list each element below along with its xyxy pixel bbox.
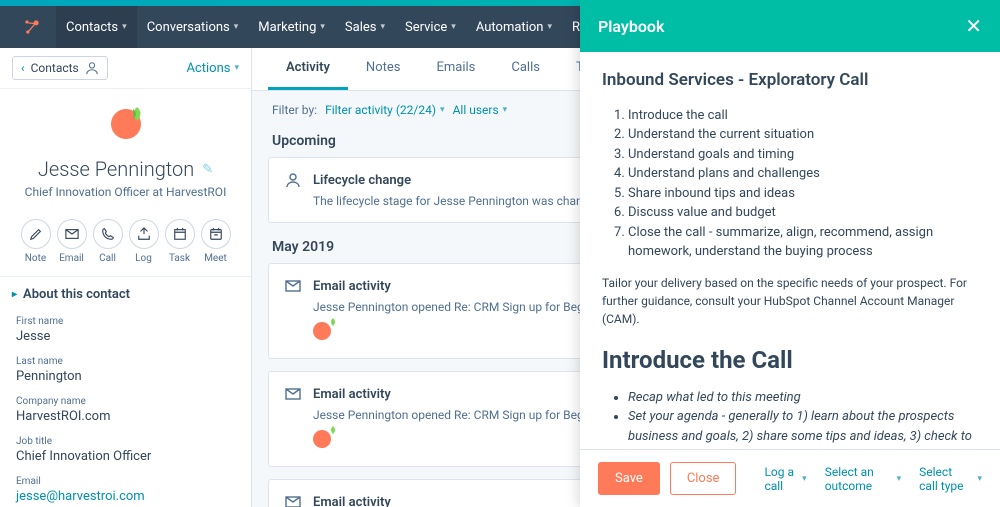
- save-button[interactable]: Save: [598, 462, 660, 495]
- field-first-name: Jesse: [16, 329, 235, 344]
- playbook-heading: Inbound Services - Exploratory Call: [602, 68, 978, 94]
- panel-title: Playbook: [598, 17, 664, 36]
- mail-icon: [285, 386, 301, 402]
- edit-icon[interactable]: ✎: [202, 162, 213, 177]
- user-icon: [285, 172, 301, 188]
- contact-title: Chief Innovation Officer at HarvestROI: [16, 185, 235, 199]
- nav-service[interactable]: Service▾: [395, 6, 466, 48]
- select-outcome-dropdown[interactable]: Select an outcome▾: [825, 465, 901, 493]
- log-call-dropdown[interactable]: Log a call▾: [764, 465, 806, 493]
- call-button[interactable]: Call: [93, 219, 123, 264]
- field-last-name: Pennington: [16, 369, 235, 384]
- close-icon[interactable]: ✕: [965, 14, 982, 38]
- contact-sidebar: ‹ Contacts Actions▾ Jesse Pennington ✎ C…: [0, 48, 252, 507]
- mail-icon: [285, 278, 301, 294]
- log-icon: [129, 219, 159, 249]
- actions-dropdown[interactable]: Actions▾: [186, 61, 239, 76]
- about-section-header[interactable]: ▸About this contact ⊟: [0, 277, 251, 312]
- hubspot-logo-icon[interactable]: [20, 15, 44, 39]
- task-icon: [165, 219, 195, 249]
- nav-automation[interactable]: Automation▾: [466, 6, 562, 48]
- nav-marketing[interactable]: Marketing▾: [248, 6, 335, 48]
- task-button[interactable]: Task: [165, 219, 195, 264]
- mini-avatar: [313, 322, 335, 344]
- note-icon: [21, 219, 51, 249]
- user-icon: [85, 61, 99, 75]
- meet-icon: [201, 219, 231, 249]
- field-job-title: Chief Innovation Officer: [16, 449, 235, 464]
- nav-sales[interactable]: Sales▾: [335, 6, 395, 48]
- call-icon: [93, 219, 123, 249]
- tab-notes[interactable]: Notes: [348, 48, 419, 90]
- tab-activity[interactable]: Activity: [268, 48, 348, 90]
- section-title: Introduce the Call: [602, 342, 978, 378]
- mini-avatar: [313, 430, 335, 452]
- log-button[interactable]: Log: [129, 219, 159, 264]
- mail-icon: [285, 494, 301, 507]
- playbook-panel: Playbook ✕ Inbound Services - Explorator…: [580, 0, 1000, 507]
- contact-avatar: [106, 109, 146, 149]
- note-button[interactable]: Note: [21, 219, 51, 264]
- nav-conversations[interactable]: Conversations▾: [137, 6, 249, 48]
- tab-emails[interactable]: Emails: [418, 48, 493, 90]
- field-email[interactable]: jesse@harvestroi.com: [16, 489, 235, 504]
- email-icon: [57, 219, 87, 249]
- filter-activity-dropdown[interactable]: Filter activity (22/24)▾: [325, 103, 445, 117]
- contact-name: Jesse Pennington: [38, 157, 194, 181]
- close-button[interactable]: Close: [670, 462, 737, 495]
- meet-button[interactable]: Meet: [201, 219, 231, 264]
- breadcrumb[interactable]: ‹ Contacts: [12, 56, 108, 80]
- filter-users-dropdown[interactable]: All users▾: [453, 103, 508, 117]
- field-company-name: HarvestROI.com: [16, 409, 235, 424]
- email-button[interactable]: Email: [57, 219, 87, 264]
- nav-contacts[interactable]: Contacts▾: [56, 6, 137, 48]
- select-calltype-dropdown[interactable]: Select call type▾: [919, 465, 982, 493]
- tab-calls[interactable]: Calls: [493, 48, 558, 90]
